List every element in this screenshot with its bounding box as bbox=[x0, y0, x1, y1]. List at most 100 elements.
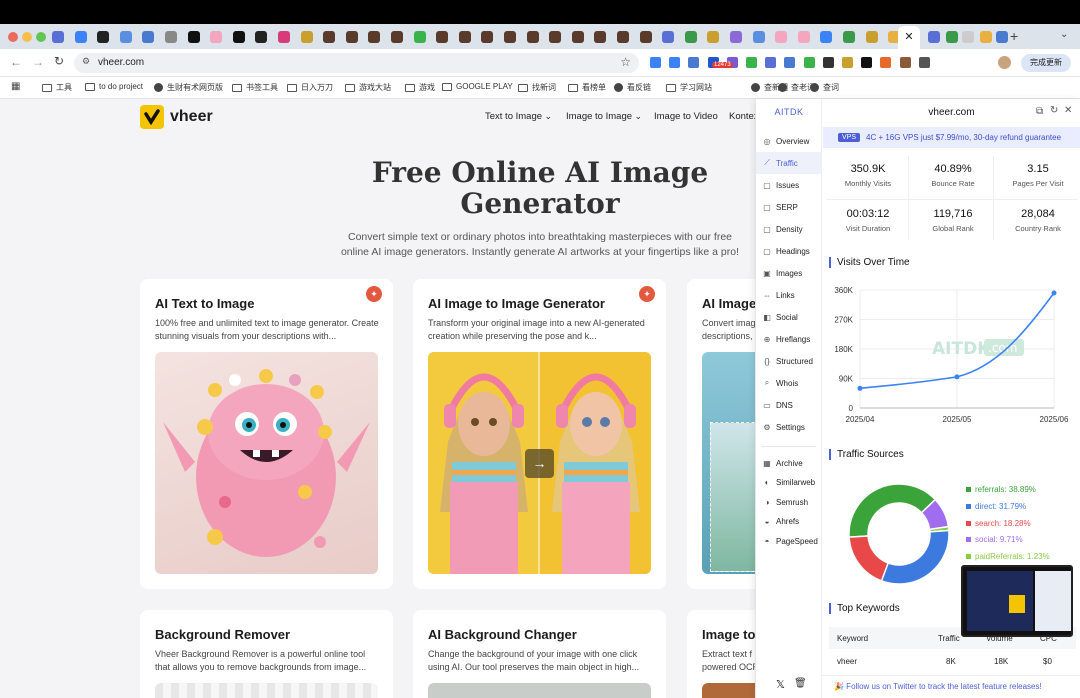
extension-icon[interactable] bbox=[688, 57, 700, 68]
tab-favicon-icon[interactable] bbox=[843, 31, 855, 43]
bookmark-item[interactable]: 学习网站 bbox=[666, 82, 712, 93]
new-tab-button[interactable]: + bbox=[1010, 28, 1018, 44]
tab-favicon-icon[interactable] bbox=[662, 31, 675, 43]
update-button[interactable]: 完成更新 bbox=[1021, 54, 1071, 72]
sidebar-item-settings[interactable]: ⚙ Settings bbox=[756, 416, 822, 438]
tab-favicon-icon[interactable] bbox=[730, 31, 742, 43]
donut-slice-referrals[interactable] bbox=[848, 483, 937, 538]
sidebar-item-social[interactable]: ◧ Social bbox=[756, 306, 822, 328]
site-info-icon[interactable]: ⚙ bbox=[82, 56, 90, 67]
tab-favicon-icon[interactable] bbox=[368, 31, 381, 43]
sidebar-item-overview[interactable]: ◎ Overview bbox=[756, 130, 822, 152]
extension-icon[interactable] bbox=[918, 57, 930, 68]
x-twitter-icon[interactable]: 𝕏 bbox=[776, 678, 785, 691]
tab-favicon-icon[interactable] bbox=[52, 31, 64, 43]
tab-favicon-icon[interactable] bbox=[639, 31, 652, 43]
bookmark-item[interactable]: 生财有术网页版 bbox=[154, 82, 223, 93]
close-tab-icon[interactable]: ✕ bbox=[904, 31, 913, 43]
site-nav-item[interactable]: Kontex bbox=[729, 111, 755, 122]
keyword-col-header[interactable]: Traffic bbox=[938, 634, 960, 643]
close-panel-icon[interactable]: ✕ bbox=[1064, 105, 1072, 116]
bookmark-item[interactable]: 工具 bbox=[42, 82, 72, 93]
tab-favicon-icon[interactable] bbox=[797, 31, 810, 43]
visits-point[interactable] bbox=[954, 374, 960, 380]
sidebar-item-serp[interactable]: ▢ SERP bbox=[756, 196, 822, 218]
tab-favicon-icon[interactable] bbox=[323, 31, 336, 43]
extension-icon[interactable] bbox=[822, 57, 834, 68]
panel-footer[interactable]: 🎉 Follow us on Twitter to track the late… bbox=[822, 675, 1080, 698]
tab-favicon-icon[interactable] bbox=[345, 31, 358, 43]
tab-favicon-icon[interactable] bbox=[980, 31, 992, 43]
extension-icon[interactable] bbox=[803, 57, 815, 68]
bookmark-item[interactable]: GOOGLE PLAY bbox=[442, 82, 513, 91]
extension-icon[interactable] bbox=[669, 57, 681, 68]
avatar[interactable] bbox=[998, 56, 1011, 69]
apps-grid-icon[interactable]: ▦ bbox=[11, 81, 20, 92]
tab-favicon-icon[interactable] bbox=[413, 31, 426, 43]
tab-favicon-icon[interactable] bbox=[617, 31, 629, 43]
tab-favicon-icon[interactable] bbox=[74, 31, 87, 43]
tab-favicon-icon[interactable] bbox=[210, 31, 223, 43]
tab-favicon-icon[interactable] bbox=[996, 31, 1008, 43]
tab-favicon-icon[interactable] bbox=[962, 31, 974, 43]
legend-item-search[interactable]: search: 18.28% bbox=[966, 519, 1031, 528]
tab-favicon-icon[interactable] bbox=[928, 31, 940, 43]
visits-point[interactable] bbox=[1051, 290, 1057, 296]
copy-icon[interactable]: ⧉ bbox=[1036, 106, 1043, 117]
tab-favicon-icon[interactable] bbox=[526, 31, 539, 43]
tab-favicon-icon[interactable] bbox=[775, 31, 788, 43]
site-nav-item[interactable]: Image to Video bbox=[654, 111, 718, 122]
tab-favicon-icon[interactable] bbox=[278, 31, 290, 43]
card-ai-image-partial[interactable]: AI Image Convert imag descriptions, bbox=[687, 279, 755, 589]
tab-favicon-icon[interactable] bbox=[481, 31, 494, 43]
tab-favicon-icon[interactable] bbox=[300, 31, 313, 43]
bookmark-item[interactable]: 看榜单 bbox=[568, 82, 606, 93]
extension-icon[interactable] bbox=[899, 57, 911, 68]
bookmark-item[interactable]: to do project bbox=[85, 82, 143, 91]
tab-favicon-icon[interactable] bbox=[119, 31, 132, 43]
legend-item-referrals[interactable]: referrals: 38.89% bbox=[966, 485, 1036, 494]
bookmark-item[interactable]: 游戏大站 bbox=[345, 82, 391, 93]
extension-icon[interactable] bbox=[746, 57, 757, 68]
tool-link-pagespeed[interactable]: ◓ PageSpeed bbox=[756, 530, 822, 552]
tab-favicon-icon[interactable] bbox=[504, 31, 516, 43]
legend-item-direct[interactable]: direct: 31.79% bbox=[966, 502, 1026, 511]
tab-favicon-icon[interactable] bbox=[458, 31, 471, 43]
forward-icon[interactable]: → bbox=[32, 55, 44, 69]
sidebar-item-dns[interactable]: ▭ DNS bbox=[756, 394, 822, 416]
tab-favicon-icon[interactable] bbox=[187, 31, 200, 43]
tab-favicon-icon[interactable] bbox=[549, 31, 562, 43]
bookmark-item[interactable]: 看反链 bbox=[614, 82, 651, 93]
keyword-col-header[interactable]: Keyword bbox=[837, 634, 868, 643]
sidebar-item-traffic[interactable]: ⟋ Traffic bbox=[756, 152, 822, 174]
bookmark-item[interactable]: 游戏 bbox=[405, 82, 435, 93]
bookmark-item[interactable]: 找新词 bbox=[518, 82, 556, 93]
donut-slice-search[interactable] bbox=[848, 535, 890, 582]
tab-favicon-icon[interactable] bbox=[255, 31, 268, 43]
sidebar-item-links[interactable]: ⇔ Links bbox=[756, 284, 822, 306]
card-background-remover[interactable]: Background Remover Vheer Background Remo… bbox=[140, 610, 393, 698]
address-field[interactable]: ⚙ vheer.com ☆ bbox=[74, 53, 639, 73]
extension-icon[interactable] bbox=[842, 57, 853, 68]
reload-icon[interactable]: ↻ bbox=[54, 54, 64, 68]
donut-slice-direct[interactable] bbox=[880, 529, 950, 585]
back-icon[interactable]: ← bbox=[10, 55, 22, 69]
sidebar-item-issues[interactable]: ▢ Issues bbox=[756, 174, 822, 196]
refresh-icon[interactable]: ↻ bbox=[1050, 105, 1058, 116]
visits-point[interactable] bbox=[857, 385, 863, 391]
tab-search-icon[interactable]: ⌄ bbox=[1060, 29, 1068, 40]
trash-icon[interactable]: 🗑 bbox=[794, 678, 807, 689]
tab-favicon-icon[interactable] bbox=[946, 31, 958, 43]
ad-banner[interactable]: VPS 4C + 16G VPS just $7.99/mo, 30-day r… bbox=[823, 127, 1080, 148]
sidebar-item-structured[interactable]: {} Structured bbox=[756, 350, 822, 372]
card-ai-text-to-image[interactable]: ✦ AI Text to Image 100% free and unlimit… bbox=[140, 279, 393, 589]
compare-arrow-button[interactable]: → bbox=[525, 449, 554, 478]
site-nav-item[interactable]: Text to Image ⌄ bbox=[485, 111, 552, 122]
tab-favicon-icon[interactable] bbox=[571, 31, 584, 43]
vheer-logo[interactable]: vheer bbox=[140, 105, 213, 129]
tab-favicon-icon[interactable] bbox=[752, 31, 765, 43]
tab-favicon-icon[interactable] bbox=[436, 31, 449, 43]
card-ai-background-changer[interactable]: AI Background Changer Change the backgro… bbox=[413, 610, 666, 698]
sidebar-item-headings[interactable]: ▢ Headings bbox=[756, 240, 822, 262]
picture-in-picture-preview[interactable] bbox=[961, 565, 1073, 637]
